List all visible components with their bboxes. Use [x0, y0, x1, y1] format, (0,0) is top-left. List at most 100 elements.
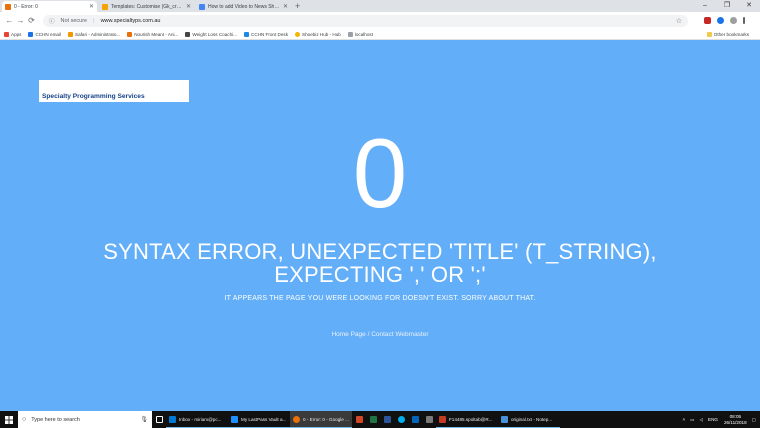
- bookmark-safari[interactable]: Safari - Administrato...: [68, 31, 121, 37]
- extension-icon[interactable]: [717, 17, 724, 24]
- contact-webmaster-link[interactable]: Contact Webmaster: [371, 331, 428, 338]
- taskbar-lastpass[interactable]: My LastPass Vault a...: [228, 411, 290, 428]
- bookmark-cchn-email[interactable]: CCHN email: [28, 31, 62, 37]
- bookmark-label: localhost: [354, 31, 373, 37]
- taskbar-chrome[interactable]: 0 - Error: 0 - Google ...: [290, 411, 352, 428]
- taskbar-onedrive[interactable]: [408, 411, 422, 428]
- menu-icon[interactable]: [743, 17, 745, 24]
- tab-error[interactable]: 0 - Error: 0 ✕: [2, 1, 97, 12]
- window-controls: – ❐ ✕: [694, 0, 760, 12]
- network-icon[interactable]: ▭: [690, 417, 694, 423]
- chrome-icon: [295, 31, 301, 37]
- forward-button[interactable]: →: [15, 16, 26, 25]
- maximize-button[interactable]: ❐: [716, 0, 738, 12]
- error-code: 0: [352, 118, 408, 228]
- apps-icon: [4, 31, 9, 37]
- taskbar-notepad[interactable]: original.txt - Notep...: [498, 411, 560, 428]
- bookmark-label: Nourish Meant - Ani...: [134, 31, 179, 37]
- site-logo[interactable]: Specialty Programming Services: [39, 80, 189, 102]
- taskbar-filezilla[interactable]: F14485.spoltab@R...: [436, 411, 498, 428]
- taskbar-skype[interactable]: [394, 411, 408, 428]
- outlook-icon: [169, 415, 176, 423]
- footer-links: Home Page / Contact Webmaster: [0, 331, 760, 338]
- close-tab-icon[interactable]: ✕: [186, 3, 191, 10]
- other-bookmarks[interactable]: Other bookmarks: [706, 31, 749, 37]
- outlook-icon: [28, 31, 34, 37]
- info-icon[interactable]: ⓘ: [49, 17, 55, 25]
- taskbar-outlook[interactable]: Inbox - miriam@pc...: [166, 411, 228, 428]
- filezilla-icon: [439, 415, 446, 423]
- new-tab-button[interactable]: +: [295, 1, 300, 12]
- close-tab-icon[interactable]: ✕: [283, 3, 288, 10]
- notifications-icon[interactable]: ▢: [752, 417, 756, 423]
- profile-avatar[interactable]: [730, 17, 737, 24]
- bookmark-label: Other bookmarks: [713, 31, 749, 37]
- home-page-link[interactable]: Home Page: [331, 331, 365, 338]
- chrome-icon: [293, 415, 300, 423]
- edge-icon: [231, 415, 238, 423]
- tab-templates[interactable]: Templates: Customise (Gk_creati... ✕: [99, 1, 194, 12]
- taskbar-excel[interactable]: [366, 411, 380, 428]
- onedrive-icon: [411, 416, 419, 423]
- bookmark-nourish[interactable]: Nourish Meant - Ani...: [127, 31, 179, 37]
- taskbar: ○ Type here to search 🎙 Inbox - miriam@p…: [0, 411, 760, 428]
- error-message: SYNTAX ERROR, UNEXPECTED 'TITLE' (T_STRI…: [103, 239, 657, 287]
- bookmark-label: Weight Loss Coachi...: [192, 31, 237, 37]
- tab-title: Templates: Customise (Gk_creati...: [111, 3, 184, 10]
- microphone-icon[interactable]: 🎙: [140, 416, 148, 423]
- powerpoint-icon: [355, 416, 363, 423]
- word-icon: [383, 416, 391, 423]
- notepad-icon: [501, 415, 508, 423]
- extension-icon[interactable]: [704, 17, 711, 24]
- search-placeholder: Type here to search: [31, 416, 80, 423]
- skype-icon: [397, 416, 405, 423]
- divider: |: [93, 17, 95, 24]
- language-indicator[interactable]: ENG: [708, 417, 718, 422]
- url-text[interactable]: www.specialtyps.com.au: [101, 18, 676, 24]
- bookmark-label: Shoebiz Hub - Hub: [302, 31, 341, 37]
- bookmark-front-desk[interactable]: CCHN Front Desk: [244, 31, 288, 37]
- browser-toolbar: ← → ⟳ ⓘ Not secure | www.specialtyps.com…: [0, 12, 760, 29]
- app-icon: [425, 416, 433, 423]
- bookmark-apps[interactable]: Apps: [4, 31, 21, 37]
- taskbar-label: Inbox - miriam@pc...: [179, 416, 222, 422]
- page-icon: [347, 31, 353, 37]
- taskbar-powerpoint[interactable]: [352, 411, 366, 428]
- bookmark-localhost[interactable]: localhost: [347, 31, 373, 37]
- close-tab-icon[interactable]: ✕: [89, 3, 94, 10]
- bookmark-label: Safari - Administrato...: [75, 31, 121, 37]
- clock[interactable]: 08:05 26/11/2018: [724, 414, 747, 425]
- bookmark-shoebiz[interactable]: Shoebiz Hub - Hub: [295, 31, 341, 37]
- start-button[interactable]: [0, 411, 18, 428]
- bookmark-star-icon[interactable]: ☆: [676, 17, 682, 25]
- close-window-button[interactable]: ✕: [738, 0, 760, 12]
- joomla-icon: [127, 31, 133, 37]
- search-icon: ○: [22, 416, 27, 423]
- joomla-icon: [102, 3, 108, 10]
- security-label: Not secure: [60, 17, 88, 24]
- site-icon: [185, 31, 191, 37]
- error-subtitle: IT APPEARS THE PAGE YOU WERE LOOKING FOR…: [224, 295, 536, 302]
- bookmarks-bar: Apps CCHN email Safari - Administrato...…: [0, 29, 760, 40]
- joomla-icon: [68, 31, 74, 37]
- chevron-up-icon[interactable]: ˄: [682, 417, 685, 422]
- tab-strip: 0 - Error: 0 ✕ Templates: Customise (Gk_…: [0, 0, 760, 12]
- tab-title: How to add Video to News Show...: [208, 3, 281, 10]
- bookmark-label: CCHN email: [35, 31, 62, 37]
- volume-icon[interactable]: ◁: [699, 417, 703, 423]
- joomla-icon: [5, 3, 11, 10]
- taskbar-search[interactable]: ○ Type here to search 🎙: [18, 411, 152, 428]
- tab-video[interactable]: How to add Video to News Show... ✕: [196, 1, 291, 12]
- address-bar[interactable]: ⓘ Not secure | www.specialtyps.com.au ☆: [43, 14, 688, 27]
- logo-text: Specialty Programming Services: [42, 93, 145, 100]
- task-view-button[interactable]: [152, 411, 166, 428]
- taskbar-app[interactable]: [422, 411, 436, 428]
- taskbar-word[interactable]: [380, 411, 394, 428]
- reload-button[interactable]: ⟳: [26, 16, 37, 25]
- minimize-button[interactable]: –: [694, 0, 716, 12]
- tab-title: 0 - Error: 0: [14, 3, 38, 10]
- site-icon: [244, 31, 249, 37]
- back-button[interactable]: ←: [4, 16, 15, 25]
- folder-icon: [706, 31, 712, 37]
- bookmark-weight-loss[interactable]: Weight Loss Coachi...: [185, 31, 237, 37]
